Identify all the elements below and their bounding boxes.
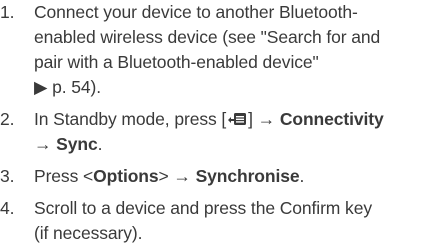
step-text: In Standby mode, press [ [34, 109, 227, 129]
menu-path-connectivity: Connectivity [279, 109, 384, 129]
step-text-line: ▶ p. 54). [34, 77, 102, 97]
step-number: 3. [0, 166, 15, 186]
menu-path-synchronise: Synchronise [195, 166, 300, 186]
step-text-line: Scroll to a device and press the Confirm… [34, 198, 372, 218]
step-text-line: (if necessary). [34, 223, 143, 243]
step-text-line: Connect your device to another Bluetooth… [34, 2, 358, 22]
step-text: → [34, 134, 57, 154]
step-text: Press < [34, 166, 94, 186]
step-text: ] → [248, 109, 280, 129]
step-text-line: → Sync. [34, 132, 102, 157]
step-text: > → [158, 166, 196, 186]
step-text-line: Press <Options> → Synchronise. [34, 164, 304, 189]
step-number: 4. [0, 198, 15, 218]
step-text-line: pair with a Bluetooth-enabled device" [34, 52, 319, 72]
step-text-line: In Standby mode, press [ ] → Connectivity [34, 107, 384, 132]
step-text: . [299, 166, 305, 186]
step-number: 1. [0, 2, 15, 22]
menu-path-sync: Sync [56, 134, 98, 154]
instruction-steps: 1. Connect your device to another Blueto… [0, 0, 438, 251]
step-text-line: enabled wireless device (see "Search for… [34, 27, 381, 47]
step-number: 2. [0, 109, 15, 129]
menu-key-icon [227, 111, 247, 127]
softkey-options: Options [93, 166, 159, 186]
step-text: . [97, 134, 103, 154]
